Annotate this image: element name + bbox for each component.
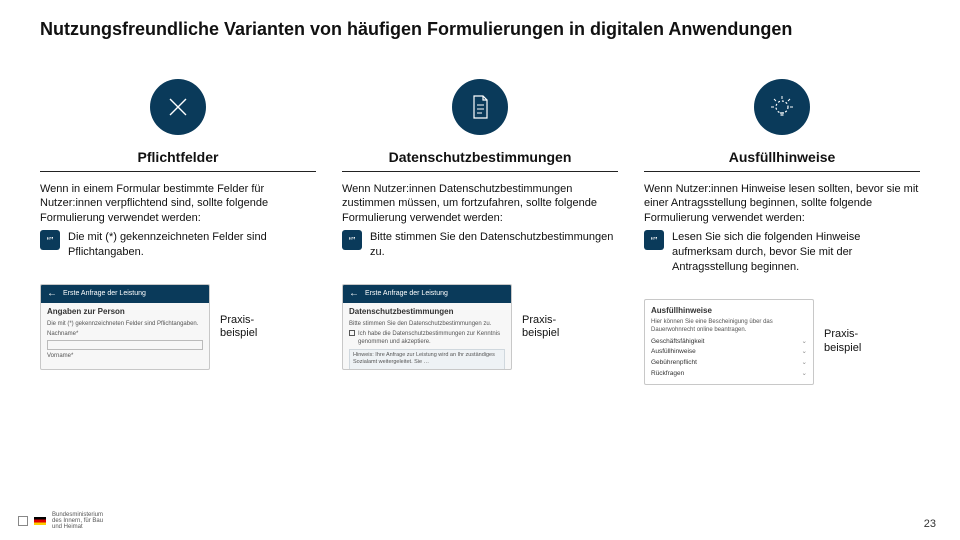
chevron-down-icon: ⌄ (802, 359, 807, 368)
checkbox-icon (349, 330, 355, 336)
example-thumbnail: ← Erste Anfrage der Leistung Datenschutzb… (342, 284, 512, 370)
example-input (47, 340, 203, 350)
back-arrow-icon: ← (349, 287, 359, 301)
example-row: ← Erste Anfrage der Leistung Datenschutzb… (342, 284, 618, 370)
example-checkbox-label: Ich habe die Datenschutzbestimmungen zur… (358, 330, 505, 346)
list-item: Rückfragen⌄ (651, 369, 807, 380)
footer-logo: Bundesministerium des Innern, für Bau un… (18, 512, 103, 530)
column-intro: Wenn in einem Formular bestimmte Felder … (40, 182, 316, 227)
example-label: Praxis- beispiel (824, 328, 861, 354)
document-icon (452, 79, 508, 135)
example-label: Praxis- beispiel (522, 314, 559, 340)
column-heading: Pflichtfelder (40, 149, 316, 172)
example-thumbnail: ← Erste Anfrage der Leistung Angaben zur … (40, 284, 210, 370)
example-label: Praxis- beispiel (220, 314, 257, 340)
quote-row: Bitte stimmen Sie den Datenschutzbestimm… (342, 230, 618, 260)
columns: Pflichtfelder Wenn in einem Formular bes… (40, 79, 920, 385)
column-body: Wenn in einem Formular bestimmte Felder … (40, 182, 316, 370)
example-header: Erste Anfrage der Leistung (365, 289, 448, 298)
list-item: Gebührenpflicht⌄ (651, 358, 807, 369)
back-arrow-icon: ← (47, 287, 57, 301)
example-subheading: Ausfüllhinweise (651, 306, 807, 317)
quote-icon (40, 230, 60, 250)
eagle-icon (18, 516, 28, 526)
column-intro: Wenn Nutzer:innen Hinweise lesen sollten… (644, 182, 920, 227)
example-line: Bitte stimmen Sie den Datenschutzbestimm… (349, 320, 505, 328)
page-number: 23 (924, 518, 936, 530)
example-line: Hier können Sie eine Bescheinigung über … (651, 318, 807, 334)
example-note: Hinweis: Ihre Anfrage zur Leistung wird … (349, 349, 505, 370)
example-field-label: Nachname* (47, 330, 203, 338)
slide-title: Nutzungsfreundliche Varianten von häufig… (40, 18, 920, 41)
ministry-text: Bundesministerium des Innern, für Bau un… (52, 512, 103, 530)
example-header: Erste Anfrage der Leistung (63, 289, 146, 298)
list-item: Geschäftsfähigkeit⌄ (651, 337, 807, 348)
chevron-down-icon: ⌄ (802, 348, 807, 357)
icon-wrap (40, 79, 316, 135)
column-heading: Ausfüllhinweise (644, 149, 920, 172)
column-datenschutz: Datenschutzbestimmungen Wenn Nutzer:inne… (342, 79, 618, 385)
column-intro: Wenn Nutzer:innen Datenschutzbestimmunge… (342, 182, 618, 227)
cross-icon (150, 79, 206, 135)
example-row: Ausfüllhinweise Hier können Sie eine Bes… (644, 299, 920, 385)
quote-row: Lesen Sie sich die folgenden Hinweise au… (644, 230, 920, 275)
chevron-down-icon: ⌄ (802, 370, 807, 379)
example-subheading: Datenschutzbestimmungen (349, 307, 505, 318)
list-item: Ausfüllhinweise⌄ (651, 347, 807, 358)
example-thumbnail: Ausfüllhinweise Hier können Sie eine Bes… (644, 299, 814, 385)
example-row: ← Erste Anfrage der Leistung Angaben zur … (40, 284, 316, 370)
flag-icon (34, 517, 46, 525)
quote-text: Die mit (*) gekennzeichneten Felder sind… (68, 230, 316, 260)
lightbulb-icon (754, 79, 810, 135)
column-body: Wenn Nutzer:innen Datenschutzbestimmunge… (342, 182, 618, 370)
column-body: Wenn Nutzer:innen Hinweise lesen sollten… (644, 182, 920, 385)
example-field-label: Vorname* (47, 352, 203, 360)
example-subheading: Angaben zur Person (47, 307, 203, 318)
icon-wrap (644, 79, 920, 135)
quote-text: Lesen Sie sich die folgenden Hinweise au… (672, 230, 920, 275)
column-heading: Datenschutzbestimmungen (342, 149, 618, 172)
chevron-down-icon: ⌄ (802, 338, 807, 347)
quote-row: Die mit (*) gekennzeichneten Felder sind… (40, 230, 316, 260)
slide: Nutzungsfreundliche Varianten von häufig… (0, 0, 960, 540)
column-ausfuellhinweise: Ausfüllhinweise Wenn Nutzer:innen Hinwei… (644, 79, 920, 385)
column-pflichtfelder: Pflichtfelder Wenn in einem Formular bes… (40, 79, 316, 385)
icon-wrap (342, 79, 618, 135)
quote-text: Bitte stimmen Sie den Datenschutzbestimm… (370, 230, 618, 260)
quote-icon (644, 230, 664, 250)
example-line: Die mit (*) gekennzeichneten Felder sind… (47, 320, 203, 328)
quote-icon (342, 230, 362, 250)
